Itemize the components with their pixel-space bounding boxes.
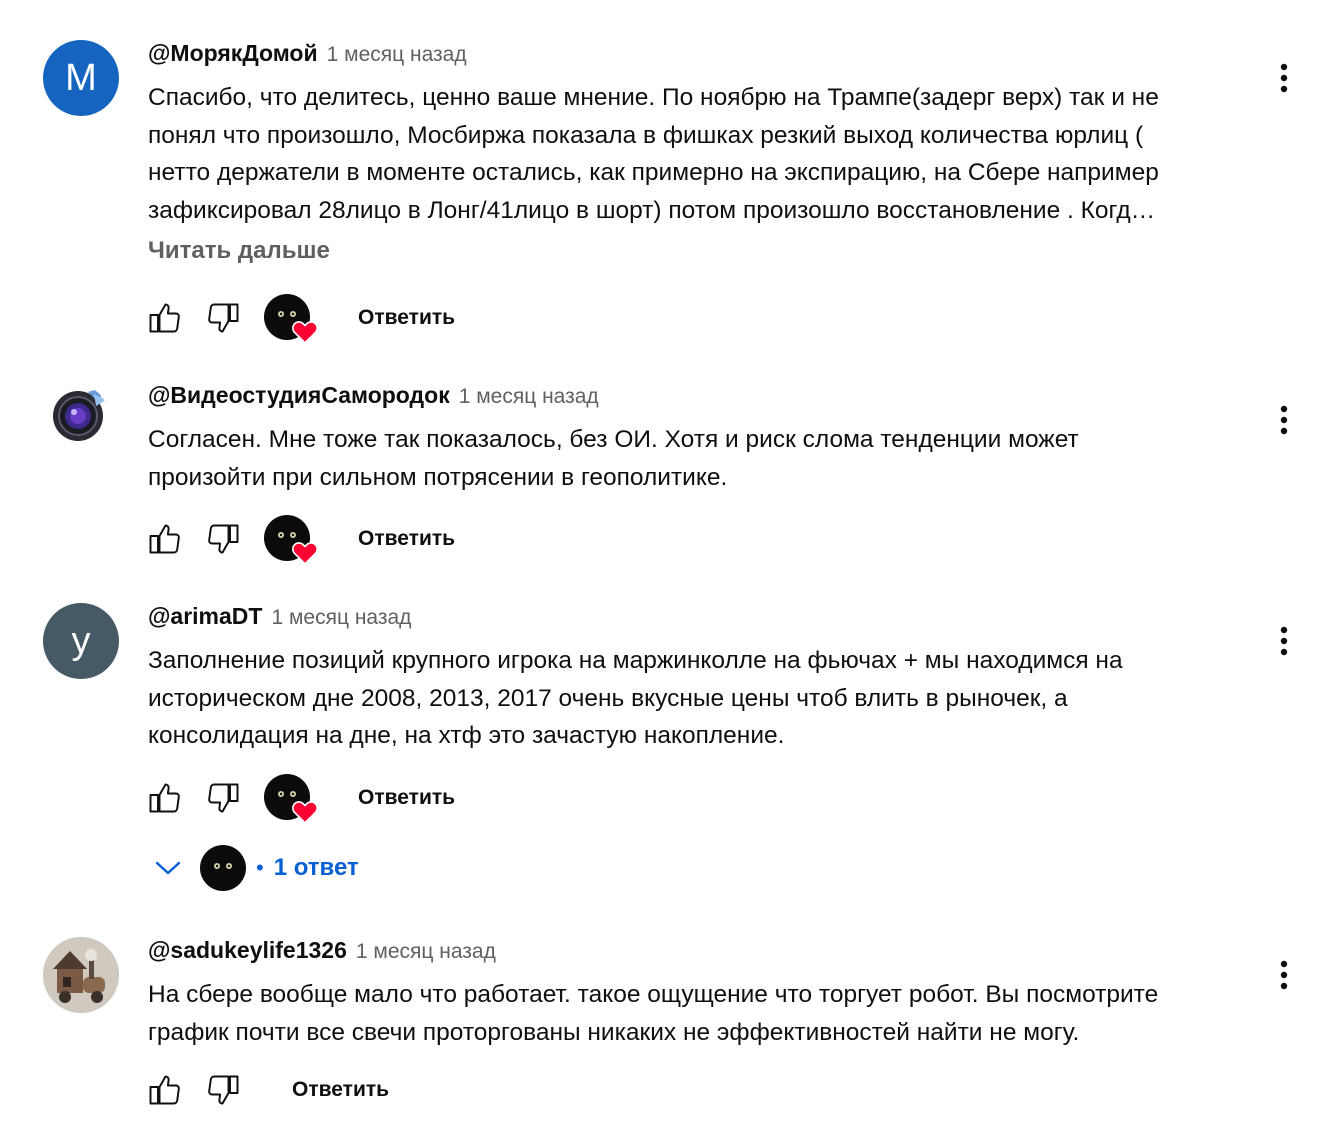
comment-text-line: историческом дне 2008, 2013, 2017 очень … [148, 684, 1068, 712]
comment-body: @МорякДомой 1 месяц назад Спасибо, что д… [148, 40, 1248, 265]
reply-button[interactable]: Ответить [292, 1072, 389, 1108]
author-name[interactable]: @sadukeylife1326 [148, 937, 347, 964]
comment-text-line: На сбере вообще мало что работает. такое… [148, 981, 1159, 1008]
like-button[interactable] [146, 1072, 182, 1108]
reply-button[interactable]: Ответить [358, 521, 455, 557]
thumb-up-icon [149, 1075, 180, 1105]
thumb-up-icon [149, 303, 180, 333]
avatar[interactable] [43, 937, 119, 1013]
comment-text: Спасибо, что делитесь, ценно ваше мнение… [148, 79, 1248, 229]
author-name[interactable]: @МорякДомой [148, 40, 318, 67]
comment-actions: Ответить [146, 294, 455, 344]
comment-header: @ВидеостудияСамородок 1 месяц назад [148, 382, 1248, 418]
comment-time[interactable]: 1 месяц назад [459, 385, 599, 409]
thumb-down-icon [208, 524, 239, 554]
thumb-up-icon [149, 524, 180, 554]
avatar-letter: у [71, 619, 91, 662]
avatar[interactable] [52, 386, 108, 442]
comment-text-line: Спасибо, что делитесь, ценно ваше мнение… [148, 84, 1159, 111]
camera-lens-logo-icon [53, 388, 106, 441]
heart-icon [292, 542, 318, 565]
heart-icon [292, 801, 318, 824]
more-vert-icon [1280, 960, 1288, 990]
thumb-down-icon [208, 783, 239, 813]
avatar[interactable]: M [43, 40, 119, 116]
comment-text: Согласен. Мне тоже так показалось, без О… [148, 421, 1248, 496]
steampunk-house-photo-icon [43, 937, 119, 1013]
dislike-button[interactable] [206, 780, 242, 816]
creator-heart-badge[interactable] [264, 515, 318, 565]
dislike-button[interactable] [206, 300, 242, 336]
comment-text-line: зафиксировал 28лицо в Лонг/41лицо в шорт… [148, 196, 1156, 224]
comment-body: @arimaDT 1 месяц назад Заполнение позици… [148, 603, 1248, 755]
comment-text-line: Согласен. Мне тоже так показалось, без О… [148, 426, 1079, 453]
creator-heart-badge[interactable] [264, 294, 318, 344]
comments-thread: M @МорякДомой 1 месяц назад Спасибо, что… [0, 0, 1328, 1129]
like-button[interactable] [146, 780, 182, 816]
author-name[interactable]: @ВидеостудияСамородок [148, 382, 450, 409]
read-more-button[interactable]: Читать дальше [148, 237, 330, 265]
comment-time[interactable]: 1 месяц назад [327, 43, 467, 67]
author-name[interactable]: @arimaDT [148, 603, 262, 630]
comment-header: @МорякДомой 1 месяц назад [148, 40, 1248, 76]
avatar-letter: M [65, 56, 97, 99]
thumb-up-icon [149, 783, 180, 813]
comment-text-line: произойти при сильном потрясении в геопо… [148, 463, 728, 491]
comment-menu-button[interactable] [1268, 617, 1300, 665]
comment-menu-button[interactable] [1268, 396, 1300, 444]
separator-dot: • [256, 855, 264, 880]
thumb-down-icon [208, 1075, 239, 1105]
comment-text-line: понял что произошло, Мосбиржа показала в… [148, 121, 1144, 149]
comment-body: @sadukeylife1326 1 месяц назад На сбере … [148, 937, 1248, 1051]
comment-menu-button[interactable] [1268, 54, 1300, 102]
comment-header: @sadukeylife1326 1 месяц назад [148, 937, 1248, 973]
show-replies-button[interactable]: • 1 ответ [148, 842, 359, 894]
comment-text: На сбере вообще мало что работает. такое… [148, 976, 1248, 1051]
comment-text: Заполнение позиций крупного игрока на ма… [148, 642, 1248, 755]
more-vert-icon [1280, 63, 1288, 93]
comment-menu-button[interactable] [1268, 951, 1300, 999]
reply-button[interactable]: Ответить [358, 780, 455, 816]
comment-text-line: график почти все свечи проторгованы ника… [148, 1018, 1080, 1046]
comment-header: @arimaDT 1 месяц назад [148, 603, 1248, 639]
comment-body: @ВидеостудияСамородок 1 месяц назад Согл… [148, 382, 1248, 496]
creator-heart-badge[interactable] [264, 774, 318, 824]
like-button[interactable] [146, 300, 182, 336]
comment-text-line: Заполнение позиций крупного игрока на ма… [148, 647, 1123, 674]
more-vert-icon [1280, 626, 1288, 656]
dislike-button[interactable] [206, 1072, 242, 1108]
thumb-down-icon [208, 303, 239, 333]
comment-actions: Ответить [146, 515, 455, 565]
more-vert-icon [1280, 405, 1288, 435]
chevron-down-icon [148, 848, 188, 888]
heart-icon [292, 321, 318, 344]
like-button[interactable] [146, 521, 182, 557]
reply-button[interactable]: Ответить [358, 300, 455, 336]
avatar[interactable]: у [43, 603, 119, 679]
reply-count: 1 ответ [273, 854, 359, 881]
comment-text-line: нетто держатели в моменте остались, как … [148, 159, 1159, 186]
comment-text-line: консолидация на дне, на хтф это зачастую… [148, 722, 785, 749]
comment-time[interactable]: 1 месяц назад [356, 940, 496, 964]
dislike-button[interactable] [206, 521, 242, 557]
comment-time[interactable]: 1 месяц назад [271, 606, 411, 630]
reply-author-avatar [200, 845, 246, 891]
comment-actions: Ответить [146, 1066, 389, 1114]
comment-actions: Ответить [146, 774, 455, 824]
